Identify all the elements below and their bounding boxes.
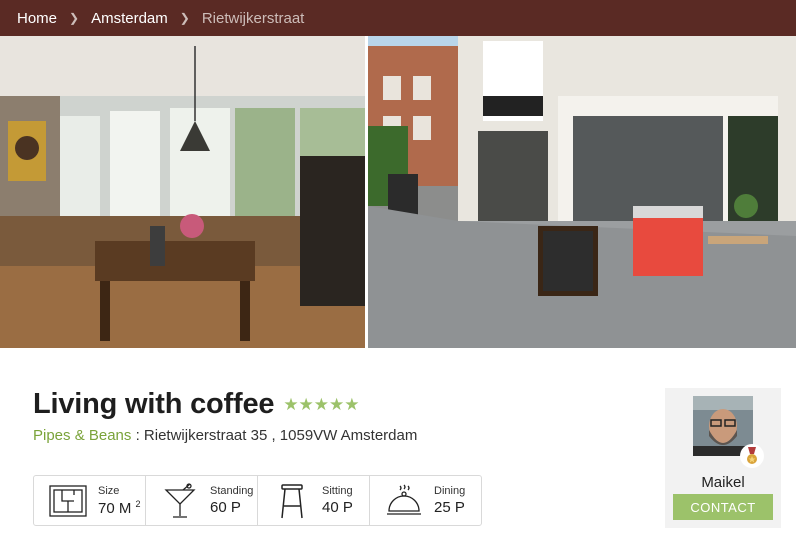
capacity-dining-label: Dining (434, 485, 466, 497)
rating-stars: ★★★★★ (283, 394, 360, 414)
breadcrumb-current: Rietwijkerstraat (201, 9, 305, 27)
venue-title: Living with coffee (33, 388, 275, 420)
cocktail-glass-icon (156, 481, 204, 521)
capacity-size: Size 70 M 2 (34, 476, 146, 525)
venue-operator-link[interactable]: Pipes & Beans (33, 427, 131, 444)
host-name: Maikel (701, 474, 745, 491)
capacity-sitting: Sitting 40 P (258, 476, 370, 525)
floorplan-icon (44, 481, 92, 521)
chevron-right-icon: ❯ (69, 11, 80, 25)
cloche-icon (380, 481, 428, 521)
breadcrumb-home-link[interactable]: Home (17, 10, 57, 27)
capacity-size-value: 70 M 2 (98, 498, 141, 517)
capacity-sitting-label: Sitting (322, 485, 353, 497)
host-card: Maikel CONTACT (665, 388, 781, 528)
venue-title-row: Living with coffee ★★★★★ (33, 388, 360, 421)
venue-address-row: Pipes & Beans : Rietwijkerstraat 35 , 10… (33, 427, 417, 444)
contact-button[interactable]: CONTACT (673, 494, 773, 520)
bar-stool-icon (268, 481, 316, 521)
interior-photo[interactable] (0, 36, 365, 348)
photo-gallery (0, 36, 796, 348)
breadcrumb-city-link[interactable]: Amsterdam (91, 10, 168, 27)
chevron-right-icon: ❯ (179, 11, 190, 25)
capacity-box: Size 70 M 2 Standing 60 P Sitting 40 P D… (33, 475, 482, 526)
capacity-standing-label: Standing (210, 485, 254, 497)
capacity-standing: Standing 60 P (146, 476, 258, 525)
capacity-dining: Dining 25 P (370, 476, 481, 525)
capacity-dining-value: 25 P (434, 499, 465, 516)
capacity-sitting-value: 40 P (322, 499, 353, 516)
venue-address: : Rietwijkerstraat 35 , 1059VW Amsterdam (131, 427, 418, 444)
exterior-photo[interactable] (368, 36, 796, 348)
breadcrumb: Home ❯ Amsterdam ❯ Rietwijkerstraat (0, 0, 796, 36)
capacity-standing-value: 60 P (210, 499, 241, 516)
award-medal-icon (740, 444, 764, 468)
capacity-size-label: Size (98, 484, 120, 497)
